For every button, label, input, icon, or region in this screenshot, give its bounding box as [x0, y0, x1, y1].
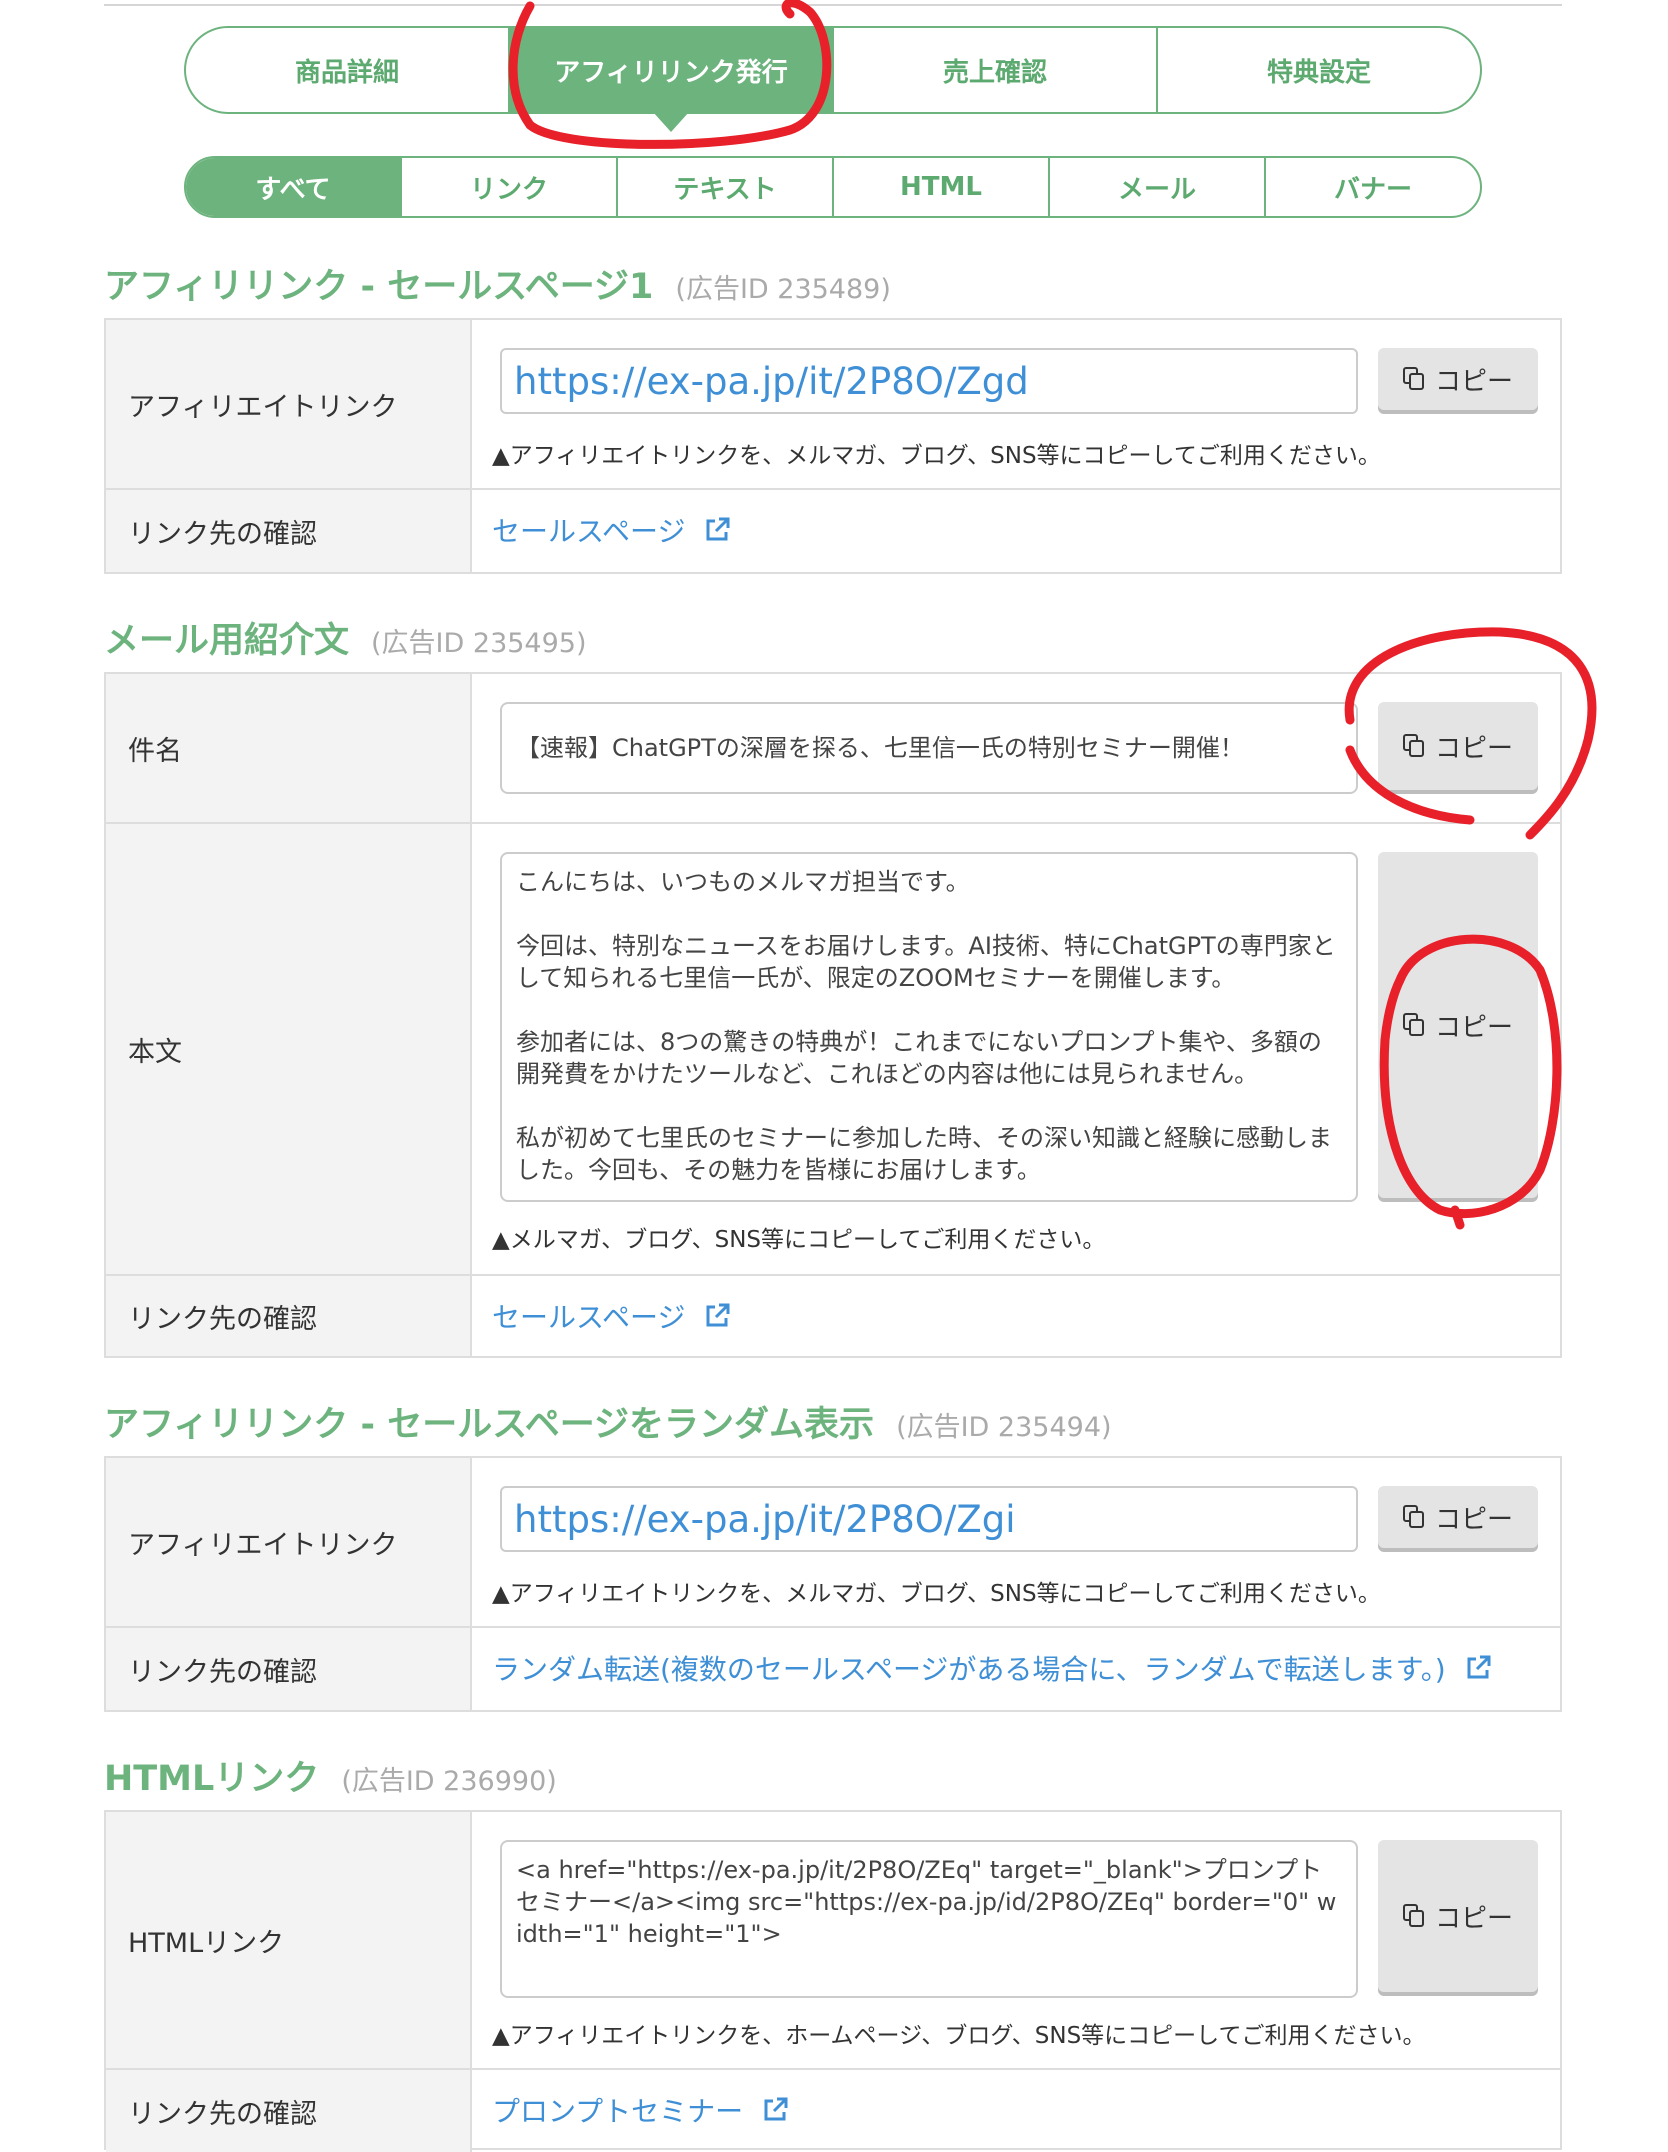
row-label: 本文 — [106, 824, 472, 1274]
copy-icon — [1402, 1904, 1424, 1927]
destination-link-text: セールスページ — [492, 515, 686, 548]
destination-link-text: セールスページ — [492, 1301, 686, 1334]
main-tabs: 商品詳細 アフィリリンク発行 売上確認 特典設定 — [184, 26, 1482, 132]
affiliate-url-field[interactable]: https://ex-pa.jp/it/2P8O/Zgd — [500, 348, 1358, 414]
html-table: HTMLリンク <a href="https://ex-pa.jp/it/2P8… — [104, 1810, 1562, 2152]
table-row: アフィリエイトリンク https://ex-pa.jp/it/2P8O/Zgd … — [106, 320, 1560, 490]
copy-icon — [1402, 1505, 1424, 1528]
ad-id: (広告ID 235494) — [896, 1412, 1112, 1443]
row-label: リンク先の確認 — [106, 2070, 472, 2152]
tab-product-details[interactable]: 商品詳細 — [186, 28, 510, 112]
filter-tab-text[interactable]: テキスト — [618, 158, 834, 216]
row-label: アフィリエイトリンク — [106, 1458, 472, 1626]
section-title-html: HTMLリンク (広告ID 236990) — [104, 1750, 557, 1801]
tab-sales-check[interactable]: 売上確認 — [834, 28, 1158, 112]
section-title-text: HTMLリンク — [104, 1759, 320, 1799]
destination-link[interactable]: ランダム転送(複数のセールスページがある場合に、ランダムで転送します。) — [492, 1648, 1492, 1688]
tab-affiliate-link[interactable]: アフィリリンク発行 — [510, 28, 834, 132]
copy-subject-button[interactable]: コピー — [1378, 702, 1538, 790]
copy-icon — [1402, 367, 1424, 390]
external-link-icon — [1467, 1655, 1491, 1679]
ad-id: (広告ID 236990) — [341, 1766, 557, 1797]
copy-icon — [1402, 1013, 1424, 1036]
table-row: 本文 こんにちは、いつものメルマガ担当です。 今回は、特別なニュースをお届けしま… — [106, 824, 1560, 1276]
section-title-mail: メール用紹介文 (広告ID 235495) — [104, 612, 587, 663]
external-link-icon — [706, 1303, 730, 1327]
filter-tab-all[interactable]: すべて — [186, 158, 402, 216]
ad-id: (広告ID 235489) — [675, 274, 891, 305]
row-label: リンク先の確認 — [106, 1628, 472, 1710]
section-title-link1: アフィリリンク - セールスページ1 (広告ID 235489) — [104, 258, 891, 309]
copy-icon — [1402, 734, 1424, 757]
filter-tab-html[interactable]: HTML — [834, 158, 1050, 216]
destination-link[interactable]: セールスページ — [492, 510, 731, 550]
subject-field[interactable]: 【速報】ChatGPTの深層を探る、七里信一氏の特別セミナー開催！ — [500, 702, 1358, 794]
copy-body-button[interactable]: コピー — [1378, 852, 1538, 1198]
mail-table: 件名 【速報】ChatGPTの深層を探る、七里信一氏の特別セミナー開催！ コピー… — [104, 672, 1562, 1358]
html-code-textarea[interactable]: <a href="https://ex-pa.jp/it/2P8O/ZEq" t… — [500, 1840, 1358, 1998]
usage-note: ▲アフィリエイトリンクを、メルマガ、ブログ、SNS等にコピーしてご利用ください。 — [492, 443, 1381, 469]
copy-label: コピー — [1434, 733, 1513, 764]
filter-tab-mail[interactable]: メール — [1050, 158, 1266, 216]
table-row: リンク先の確認 ランダム転送(複数のセールスページがある場合に、ランダムで転送し… — [106, 1628, 1560, 1710]
filter-tabs: すべて リンク テキスト HTML メール バナー — [184, 156, 1482, 218]
copy-button[interactable]: コピー — [1378, 1486, 1538, 1548]
external-link-icon — [706, 517, 730, 541]
destination-link[interactable]: プロンプトセミナー — [492, 2090, 789, 2130]
tab-bonus-settings[interactable]: 特典設定 — [1158, 28, 1480, 112]
row-label: 件名 — [106, 674, 472, 822]
table-row: アフィリエイトリンク https://ex-pa.jp/it/2P8O/Zgi … — [106, 1458, 1560, 1628]
copy-label: コピー — [1434, 1903, 1513, 1934]
section-title-text: メール用紹介文 — [104, 621, 350, 661]
copy-label: コピー — [1434, 1012, 1513, 1043]
row-label: リンク先の確認 — [106, 490, 472, 572]
copy-label: コピー — [1434, 1504, 1513, 1535]
row-label: HTMLリンク — [106, 1812, 472, 2068]
table-row: 件名 【速報】ChatGPTの深層を探る、七里信一氏の特別セミナー開催！ コピー — [106, 674, 1560, 824]
filter-tab-banner[interactable]: バナー — [1266, 158, 1480, 216]
body-textarea[interactable]: こんにちは、いつものメルマガ担当です。 今回は、特別なニュースをお届けします。A… — [500, 852, 1358, 1202]
top-divider — [104, 0, 1562, 6]
row-label: アフィリエイトリンク — [106, 320, 472, 488]
external-link-icon — [764, 2097, 788, 2121]
destination-link[interactable]: セールスページ — [492, 1296, 731, 1336]
section-title-text: アフィリリンク - セールスページをランダム表示 — [104, 1405, 875, 1445]
filter-tab-link[interactable]: リンク — [402, 158, 618, 216]
table-row: HTMLリンク <a href="https://ex-pa.jp/it/2P8… — [106, 1812, 1560, 2070]
copy-label: コピー — [1434, 366, 1513, 397]
ad-id: (広告ID 235495) — [371, 628, 587, 659]
destination-link-text: ランダム転送(複数のセールスページがある場合に、ランダムで転送します。) — [492, 1653, 1446, 1686]
random-table: アフィリエイトリンク https://ex-pa.jp/it/2P8O/Zgi … — [104, 1456, 1562, 1712]
copy-button[interactable]: コピー — [1378, 348, 1538, 410]
link1-table: アフィリエイトリンク https://ex-pa.jp/it/2P8O/Zgd … — [104, 318, 1562, 574]
section-title-text: アフィリリンク - セールスページ1 — [104, 267, 654, 307]
section-title-random: アフィリリンク - セールスページをランダム表示 (広告ID 235494) — [104, 1396, 1112, 1447]
usage-note: ▲アフィリエイトリンクを、メルマガ、ブログ、SNS等にコピーしてご利用ください。 — [492, 1581, 1381, 1607]
table-row: リンク先の確認 セールスページ — [106, 490, 1560, 572]
table-row: リンク先の確認 プロンプトセミナー — [106, 2070, 1560, 2152]
table-row: リンク先の確認 セールスページ — [106, 1276, 1560, 1356]
destination-link-text: プロンプトセミナー — [492, 2095, 744, 2128]
row-label: リンク先の確認 — [106, 1276, 472, 1356]
usage-note: ▲アフィリエイトリンクを、ホームページ、ブログ、SNS等にコピーしてご利用くださ… — [492, 2023, 1426, 2049]
affiliate-url-field[interactable]: https://ex-pa.jp/it/2P8O/Zgi — [500, 1486, 1358, 1552]
copy-button[interactable]: コピー — [1378, 1840, 1538, 1992]
usage-note: ▲メルマガ、ブログ、SNS等にコピーしてご利用ください。 — [492, 1227, 1106, 1253]
